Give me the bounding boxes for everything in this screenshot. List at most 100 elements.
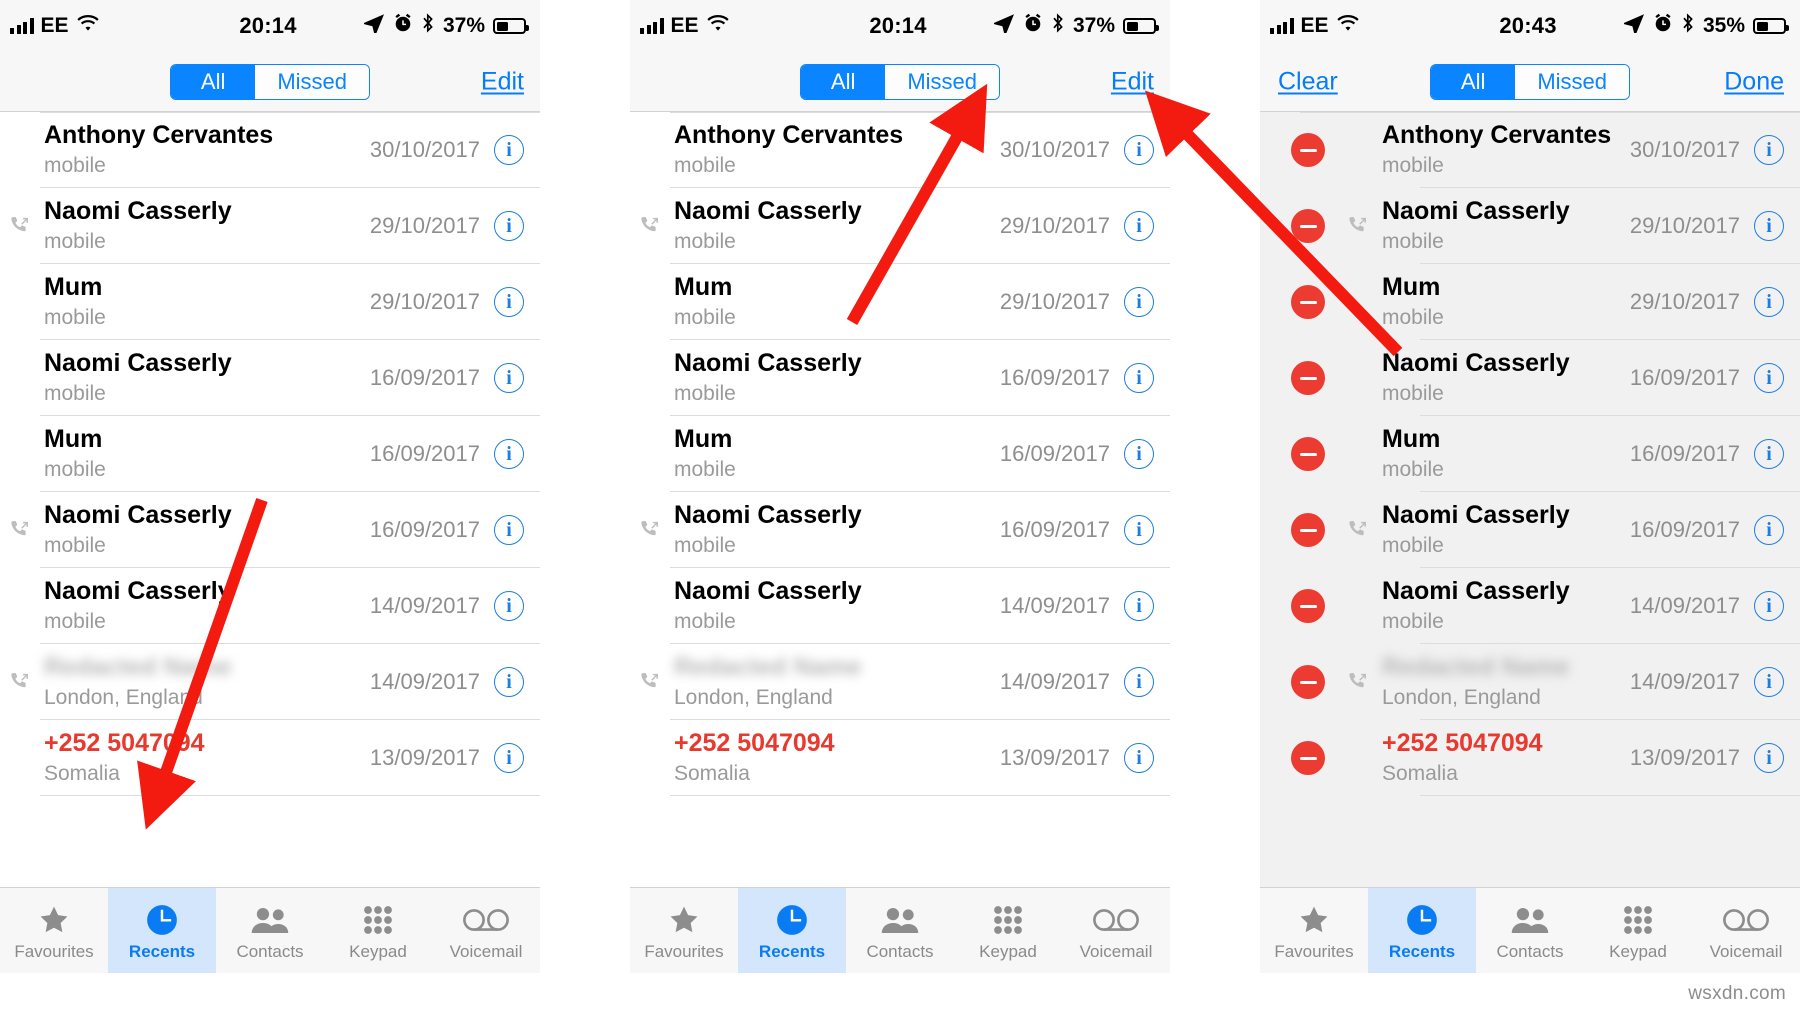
- tab-favourites[interactable]: Favourites: [1260, 888, 1368, 973]
- tab-keypad[interactable]: Keypad: [1584, 888, 1692, 973]
- contact-name: Redacted Name: [674, 653, 862, 682]
- call-log-row[interactable]: Naomi Casserly mobile 16/09/2017 i: [1260, 492, 1800, 568]
- segment-all[interactable]: All: [1431, 64, 1516, 99]
- call-log-row[interactable]: Anthony Cervantes mobile 30/10/2017 i: [0, 112, 540, 188]
- call-log-row[interactable]: Mum mobile 16/09/2017 i: [0, 416, 540, 492]
- tab-voicemail[interactable]: Voicemail: [432, 888, 540, 973]
- tab-recents[interactable]: Recents: [1368, 888, 1476, 973]
- info-button[interactable]: i: [1124, 211, 1154, 241]
- tab-favourites[interactable]: Favourites: [0, 888, 108, 973]
- info-button[interactable]: i: [1754, 743, 1784, 773]
- info-button[interactable]: i: [494, 287, 524, 317]
- call-log-row[interactable]: Naomi Casserly mobile 14/09/2017 i: [630, 568, 1170, 644]
- call-log-row[interactable]: Naomi Casserly mobile 16/09/2017 i: [1260, 340, 1800, 416]
- tab-recents[interactable]: Recents: [738, 888, 846, 973]
- delete-row-button[interactable]: [1291, 513, 1325, 547]
- info-button[interactable]: i: [1124, 591, 1154, 621]
- done-button[interactable]: Done: [1724, 67, 1784, 96]
- info-button[interactable]: i: [1754, 439, 1784, 469]
- info-button[interactable]: i: [1754, 287, 1784, 317]
- tab-keypad[interactable]: Keypad: [324, 888, 432, 973]
- call-log-row[interactable]: Anthony Cervantes mobile 30/10/2017 i: [630, 112, 1170, 188]
- tab-contacts[interactable]: Contacts: [1476, 888, 1584, 973]
- info-button[interactable]: i: [494, 515, 524, 545]
- row-text: Redacted Name London, England: [670, 653, 1000, 710]
- delete-row-button[interactable]: [1291, 285, 1325, 319]
- info-button[interactable]: i: [1124, 439, 1154, 469]
- clear-button[interactable]: Clear: [1278, 67, 1338, 96]
- info-button[interactable]: i: [1124, 287, 1154, 317]
- call-log-row[interactable]: Naomi Casserly mobile 16/09/2017 i: [0, 340, 540, 416]
- info-button[interactable]: i: [1754, 667, 1784, 697]
- call-log-row[interactable]: Naomi Casserly mobile 14/09/2017 i: [0, 568, 540, 644]
- delete-row-button[interactable]: [1291, 741, 1325, 775]
- call-log-row[interactable]: Mum mobile 29/10/2017 i: [0, 264, 540, 340]
- delete-row-button[interactable]: [1291, 665, 1325, 699]
- call-log-row[interactable]: +252 5047094 Somalia 13/09/2017 i: [0, 720, 540, 796]
- tab-keypad[interactable]: Keypad: [954, 888, 1062, 973]
- call-log-row[interactable]: Naomi Casserly mobile 16/09/2017 i: [630, 340, 1170, 416]
- call-log-row[interactable]: +252 5047094 Somalia 13/09/2017 i: [1260, 720, 1800, 796]
- call-log-row[interactable]: Naomi Casserly mobile 29/10/2017 i: [0, 188, 540, 264]
- segment-missed[interactable]: Missed: [1515, 64, 1629, 99]
- call-log-row[interactable]: Mum mobile 29/10/2017 i: [630, 264, 1170, 340]
- call-log-row[interactable]: +252 5047094 Somalia 13/09/2017 i: [630, 720, 1170, 796]
- row-text: Anthony Cervantes mobile: [670, 121, 1000, 178]
- segment-missed[interactable]: Missed: [255, 64, 369, 99]
- call-log-row[interactable]: Naomi Casserly mobile 29/10/2017 i: [1260, 188, 1800, 264]
- tab-voicemail[interactable]: Voicemail: [1062, 888, 1170, 973]
- info-button[interactable]: i: [1754, 515, 1784, 545]
- call-log-row[interactable]: Mum mobile 16/09/2017 i: [630, 416, 1170, 492]
- info-button[interactable]: i: [494, 211, 524, 241]
- bluetooth-icon: [1051, 13, 1065, 39]
- delete-row-button[interactable]: [1291, 437, 1325, 471]
- call-log-row[interactable]: Redacted Name London, England 14/09/2017…: [630, 644, 1170, 720]
- info-button[interactable]: i: [1754, 211, 1784, 241]
- nav-bar: Clear All Missed Done: [1260, 52, 1800, 112]
- filter-segmented-control[interactable]: All Missed: [1430, 63, 1630, 100]
- call-log-row[interactable]: Redacted Name London, England 14/09/2017…: [0, 644, 540, 720]
- filter-segmented-control[interactable]: All Missed: [170, 63, 370, 100]
- call-log-row[interactable]: Naomi Casserly mobile 29/10/2017 i: [630, 188, 1170, 264]
- segment-missed[interactable]: Missed: [885, 64, 999, 99]
- call-log-row[interactable]: Naomi Casserly mobile 16/09/2017 i: [0, 492, 540, 568]
- call-log-row[interactable]: Anthony Cervantes mobile 30/10/2017 i: [1260, 112, 1800, 188]
- contact-detail: mobile: [674, 534, 736, 558]
- tab-contacts[interactable]: Contacts: [216, 888, 324, 973]
- edit-button[interactable]: Edit: [1111, 67, 1154, 96]
- tab-voicemail[interactable]: Voicemail: [1692, 888, 1800, 973]
- delete-row-button[interactable]: [1291, 361, 1325, 395]
- tab-recents[interactable]: Recents: [108, 888, 216, 973]
- info-button[interactable]: i: [1754, 135, 1784, 165]
- tab-favourites[interactable]: Favourites: [630, 888, 738, 973]
- call-log-row[interactable]: Naomi Casserly mobile 16/09/2017 i: [630, 492, 1170, 568]
- info-button[interactable]: i: [494, 363, 524, 393]
- call-log-row[interactable]: Mum mobile 16/09/2017 i: [1260, 416, 1800, 492]
- edit-button[interactable]: Edit: [481, 67, 524, 96]
- info-button[interactable]: i: [494, 591, 524, 621]
- info-button[interactable]: i: [494, 135, 524, 165]
- filter-segmented-control[interactable]: All Missed: [800, 63, 1000, 100]
- info-button[interactable]: i: [494, 743, 524, 773]
- info-button[interactable]: i: [1124, 363, 1154, 393]
- segment-all[interactable]: All: [171, 64, 256, 99]
- info-button[interactable]: i: [1124, 135, 1154, 165]
- delete-row-button[interactable]: [1291, 589, 1325, 623]
- info-button[interactable]: i: [1754, 363, 1784, 393]
- delete-row-button[interactable]: [1291, 133, 1325, 167]
- row-text: Naomi Casserly mobile: [670, 501, 1000, 558]
- row-text: Naomi Casserly mobile: [40, 501, 370, 558]
- tab-contacts[interactable]: Contacts: [846, 888, 954, 973]
- tab-label: Contacts: [866, 942, 934, 961]
- info-button[interactable]: i: [494, 439, 524, 469]
- info-button[interactable]: i: [1124, 743, 1154, 773]
- call-log-row[interactable]: Naomi Casserly mobile 14/09/2017 i: [1260, 568, 1800, 644]
- info-button[interactable]: i: [1124, 515, 1154, 545]
- info-button[interactable]: i: [494, 667, 524, 697]
- segment-all[interactable]: All: [801, 64, 886, 99]
- info-button[interactable]: i: [1754, 591, 1784, 621]
- call-log-row[interactable]: Mum mobile 29/10/2017 i: [1260, 264, 1800, 340]
- info-button[interactable]: i: [1124, 667, 1154, 697]
- call-log-row[interactable]: Redacted Name London, England 14/09/2017…: [1260, 644, 1800, 720]
- delete-row-button[interactable]: [1291, 209, 1325, 243]
